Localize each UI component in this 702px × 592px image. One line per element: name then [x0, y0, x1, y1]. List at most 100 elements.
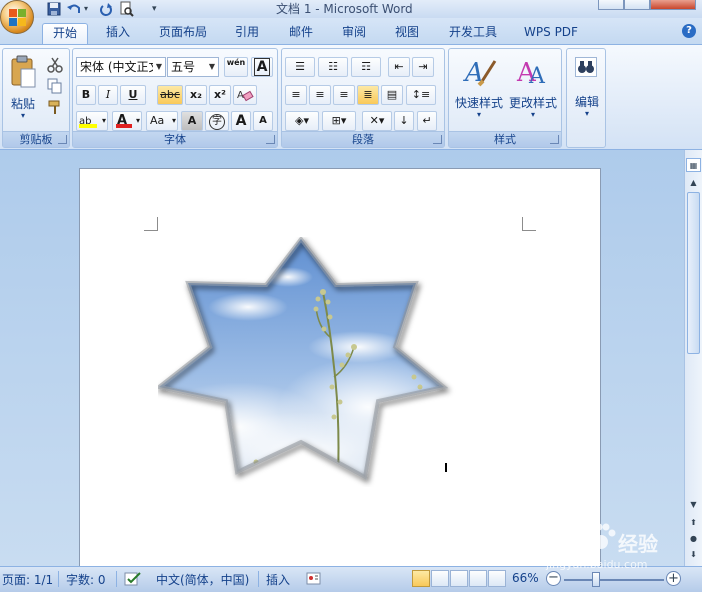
bold-button[interactable]: B: [76, 85, 96, 105]
document-page[interactable]: [79, 168, 601, 588]
superscript-button[interactable]: x²: [209, 85, 231, 105]
tab-references[interactable]: 引用: [228, 23, 266, 44]
change-styles-icon[interactable]: AA: [515, 55, 551, 89]
tab-insert[interactable]: 插入: [96, 23, 140, 44]
scroll-down-button[interactable]: ▼: [686, 498, 701, 512]
editing-group[interactable]: 编辑 ▾: [566, 48, 606, 148]
change-styles-label[interactable]: 更改样式: [507, 94, 559, 111]
paste-dropdown-icon[interactable]: ▾: [15, 111, 31, 120]
char-border-button[interactable]: A: [251, 57, 273, 77]
underline-button[interactable]: U: [120, 85, 146, 105]
page-count[interactable]: 页面: 1/1: [2, 571, 53, 588]
multilevel-list-button[interactable]: ☶: [351, 57, 381, 77]
tab-view[interactable]: 视图: [388, 23, 426, 44]
tab-mailings[interactable]: 邮件: [282, 23, 320, 44]
tab-page-layout[interactable]: 页面布局: [152, 23, 214, 44]
quick-styles-dropdown-icon[interactable]: ▾: [471, 110, 487, 119]
grow-font-button[interactable]: A: [231, 111, 251, 131]
maximize-button[interactable]: [624, 0, 650, 10]
char-shading-button[interactable]: A: [181, 111, 203, 131]
word-count[interactable]: 字数: 0: [66, 571, 106, 588]
strikethrough-button[interactable]: abc: [157, 85, 183, 105]
shrink-font-button[interactable]: A: [253, 111, 273, 131]
font-size-dropdown-icon[interactable]: ▼: [206, 58, 218, 76]
cut-icon[interactable]: [47, 57, 63, 73]
web-layout-view-button[interactable]: [450, 570, 468, 587]
browse-object-button[interactable]: ●: [686, 532, 701, 546]
redo-icon[interactable]: [98, 1, 114, 17]
help-icon[interactable]: ?: [682, 24, 696, 38]
chinese-layout-button[interactable]: ✕▾: [362, 111, 392, 131]
proofing-icon[interactable]: [124, 571, 142, 587]
numbering-button[interactable]: ☷: [318, 57, 348, 77]
font-color-dropdown-icon[interactable]: ▾: [136, 112, 140, 130]
minimize-button[interactable]: [598, 0, 624, 10]
zoom-slider-track[interactable]: [564, 579, 664, 581]
sort-button[interactable]: ↓: [394, 111, 414, 131]
scroll-up-button[interactable]: ▲: [686, 176, 701, 190]
outline-view-button[interactable]: [469, 570, 487, 587]
align-left-button[interactable]: ≡: [285, 85, 307, 105]
decrease-indent-button[interactable]: ⇤: [388, 57, 410, 77]
full-screen-reading-view-button[interactable]: [431, 570, 449, 587]
language-indicator[interactable]: 中文(简体，中国): [156, 571, 249, 588]
paste-label[interactable]: 粘贴: [7, 95, 39, 112]
paste-icon[interactable]: [7, 55, 39, 91]
print-preview-icon[interactable]: [118, 1, 134, 17]
clear-formatting-button[interactable]: A: [233, 85, 257, 105]
editing-dropdown-icon[interactable]: ▾: [579, 109, 595, 118]
show-marks-button[interactable]: ↵: [417, 111, 437, 131]
vertical-scrollbar[interactable]: ▦ ▲ ▼ ⬆ ● ⬇: [684, 150, 702, 566]
undo-icon[interactable]: [66, 1, 82, 17]
increase-indent-button[interactable]: ⇥: [412, 57, 434, 77]
font-name-combo[interactable]: 宋体 (中文正文) ▼: [76, 57, 166, 77]
macro-record-icon[interactable]: [306, 571, 322, 586]
customize-qat-icon[interactable]: ▾: [152, 1, 162, 17]
scroll-thumb[interactable]: [687, 192, 700, 354]
quick-styles-icon[interactable]: A: [461, 55, 497, 89]
zoom-slider-thumb[interactable]: [592, 572, 600, 587]
paragraph-launcher-icon[interactable]: [433, 135, 442, 144]
close-button[interactable]: [650, 0, 696, 10]
zoom-level[interactable]: 66%: [512, 571, 539, 585]
phonetic-guide-button[interactable]: wén: [224, 57, 248, 77]
previous-page-button[interactable]: ⬆: [686, 516, 701, 530]
justify-button[interactable]: ≣: [357, 85, 379, 105]
draft-view-button[interactable]: [488, 570, 506, 587]
copy-icon[interactable]: [47, 78, 63, 94]
enclose-char-button[interactable]: 字: [205, 111, 229, 131]
change-case-button[interactable]: Aa ▾: [146, 111, 178, 131]
font-color-button[interactable]: A ▾: [112, 111, 142, 131]
insert-mode[interactable]: 插入: [266, 571, 290, 588]
highlight-button[interactable]: ab ▾: [76, 111, 108, 131]
italic-button[interactable]: I: [98, 85, 118, 105]
styles-launcher-icon[interactable]: [550, 135, 559, 144]
borders-button[interactable]: ⊞▾: [322, 111, 356, 131]
bullets-button[interactable]: ☰: [285, 57, 315, 77]
change-case-dropdown-icon[interactable]: ▾: [172, 112, 176, 130]
font-launcher-icon[interactable]: [266, 135, 275, 144]
editing-label[interactable]: 编辑: [569, 93, 605, 110]
shading-button[interactable]: ◈▾: [285, 111, 319, 131]
tab-developer[interactable]: 开发工具: [442, 23, 504, 44]
highlight-dropdown-icon[interactable]: ▾: [102, 112, 106, 130]
align-center-button[interactable]: ≡: [309, 85, 331, 105]
font-size-combo[interactable]: 五号 ▼: [167, 57, 219, 77]
clipboard-launcher-icon[interactable]: [58, 135, 67, 144]
office-button[interactable]: [0, 0, 34, 34]
zoom-in-button[interactable]: +: [666, 571, 681, 586]
zoom-out-button[interactable]: −: [546, 571, 561, 586]
format-painter-icon[interactable]: [47, 99, 63, 115]
tab-wps-pdf[interactable]: WPS PDF: [520, 23, 582, 44]
line-spacing-button[interactable]: ↕≡: [406, 85, 436, 105]
quick-styles-label[interactable]: 快速样式: [453, 94, 505, 111]
distributed-button[interactable]: ▤: [381, 85, 403, 105]
next-page-button[interactable]: ⬇: [686, 548, 701, 562]
save-icon[interactable]: [46, 1, 62, 17]
tab-home[interactable]: 开始: [42, 23, 88, 44]
change-styles-dropdown-icon[interactable]: ▾: [525, 110, 541, 119]
font-name-dropdown-icon[interactable]: ▼: [153, 58, 165, 76]
align-right-button[interactable]: ≡: [333, 85, 355, 105]
print-layout-view-button[interactable]: [412, 570, 430, 587]
ruler-toggle-icon[interactable]: ▦: [686, 158, 701, 172]
